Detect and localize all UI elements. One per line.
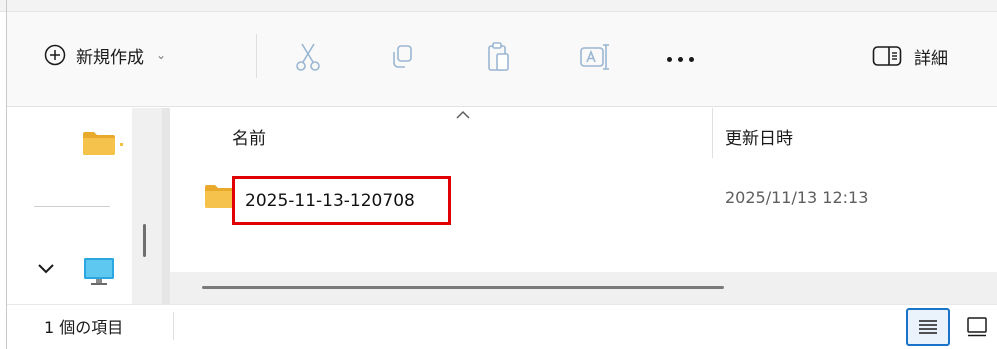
new-button-label: 新規作成 (76, 47, 144, 68)
toolbar-divider (256, 34, 257, 78)
file-name[interactable]: 2025-11-13-120708 (232, 176, 451, 225)
paste-button[interactable] (483, 41, 515, 73)
rename-icon (580, 44, 609, 70)
rename-button[interactable] (579, 41, 611, 73)
more-dot (689, 56, 694, 62)
more-dot (678, 56, 683, 62)
chevron-down-icon[interactable] (36, 262, 56, 276)
details-view-button[interactable] (906, 308, 950, 346)
nav-divider (34, 206, 110, 207)
copy-icon (393, 45, 412, 68)
paste-icon (488, 42, 509, 71)
new-button[interactable]: 新規作成 ⌄ (44, 37, 166, 73)
column-header-date-modified[interactable]: 更新日時 (725, 124, 793, 149)
status-bar (7, 304, 997, 349)
this-pc-icon[interactable] (82, 256, 116, 288)
sort-ascending-icon (456, 110, 470, 119)
scissors-icon (296, 43, 320, 71)
folder-icon[interactable] (82, 130, 116, 156)
title-strip (0, 0, 997, 12)
truncation-dot (120, 143, 123, 146)
details-pane-icon (872, 46, 902, 66)
nav-scrollbar-thumb[interactable] (143, 224, 146, 257)
chevron-down-icon: ⌄ (156, 48, 167, 62)
column-divider[interactable] (712, 108, 713, 158)
file-date-modified: 2025/11/13 12:13 (725, 188, 869, 207)
plus-circle-icon (44, 44, 66, 66)
tiles-view-icon (967, 317, 987, 337)
pane-splitter[interactable] (162, 108, 170, 304)
nav-scrollbar[interactable] (132, 108, 162, 304)
list-view-icon (919, 320, 937, 334)
column-header-name[interactable]: 名前 (232, 124, 266, 149)
details-button[interactable]: 詳細 (872, 41, 948, 71)
details-button-label: 詳細 (914, 48, 948, 69)
horizontal-scrollbar-thumb[interactable] (202, 286, 724, 289)
tiles-view-button[interactable] (962, 312, 992, 342)
file-explorer-window: 新規作成 ⌄ 詳細 名前 更新日時 2025-11-13-120708 2025… (0, 0, 997, 349)
cut-button[interactable] (292, 41, 324, 73)
status-divider (173, 312, 174, 340)
copy-button[interactable] (386, 41, 418, 73)
more-options-icon[interactable] (667, 54, 701, 64)
item-count: 1 個の項目 (44, 318, 124, 337)
more-dot (667, 56, 672, 62)
